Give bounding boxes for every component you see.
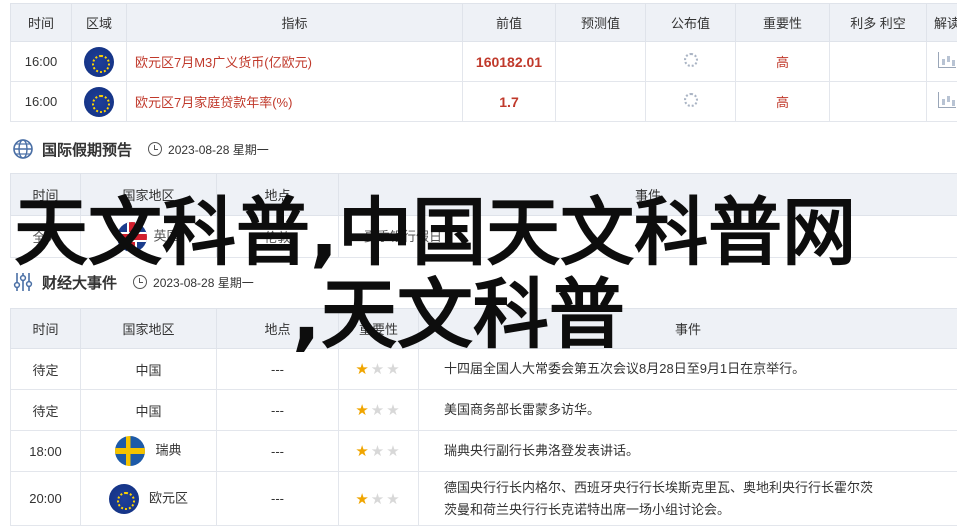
row-event: 美国商务部长雷蒙多访华。: [418, 389, 957, 431]
overlay-text-line-1: 天文科普,中国天文科普网: [14, 190, 857, 276]
row-place: ---: [216, 389, 339, 431]
forecast-value: [555, 81, 646, 122]
row-region: 瑞典: [155, 442, 182, 458]
row-time: 20:00: [10, 471, 81, 526]
star-icon: ★: [386, 402, 402, 419]
impact-value: [829, 81, 927, 122]
section-date: 2023-08-28 星期一: [153, 275, 254, 290]
impact-value: [829, 41, 927, 82]
row-event: 瑞典央行副行长弗洛登发表讲话。: [418, 430, 957, 472]
section-title: 国际假期预告: [42, 141, 133, 159]
star-icon: ★: [355, 402, 371, 419]
col-region: 区域: [71, 3, 127, 42]
importance-stars: ★★★: [355, 360, 401, 378]
row-place: ---: [216, 471, 339, 526]
table-row[interactable]: 16:00 欧元区7月M3广义货币(亿欧元) 160182.01 高: [10, 41, 957, 82]
star-icon: ★: [386, 443, 402, 460]
chart-icon[interactable]: [938, 92, 956, 108]
col-prev: 前值: [462, 3, 556, 42]
prev-value: 1.7: [462, 81, 556, 122]
row-time: 待定: [10, 389, 81, 431]
eu-flag-icon: [84, 86, 114, 117]
indicator-link[interactable]: 欧元区7月家庭贷款年率(%): [135, 95, 292, 110]
overlay-text-line-2: ,天文科普: [292, 270, 625, 359]
importance-stars: ★★★: [355, 442, 401, 460]
star-icon: ★: [386, 361, 402, 378]
star-icon: ★: [370, 402, 387, 419]
star-icon: ★: [370, 361, 387, 378]
row-time: 18:00: [10, 430, 81, 472]
row-time: 待定: [10, 348, 81, 390]
eu-flag-icon: [84, 46, 114, 77]
clock-icon: [133, 275, 148, 289]
col-indicator: 指标: [126, 3, 463, 42]
row-region: 欧元区: [148, 489, 188, 505]
indicator-link[interactable]: 欧元区7月M3广义货币(亿欧元): [135, 55, 312, 70]
holiday-section-heading: 国际假期预告 2023-08-28 星期一: [12, 137, 269, 161]
col-impact: 利多 利空: [829, 3, 927, 42]
row-time: 16:00: [10, 41, 72, 82]
table-row[interactable]: 待定 中国 --- ★★★ 美国商务部长雷蒙多访华。: [10, 389, 957, 431]
indicator-table-header: 时间 区域 指标 前值 预测值 公布值 重要性 利多 利空 解读: [10, 3, 957, 42]
col-time: 时间: [10, 308, 81, 349]
table-row[interactable]: 20:00 欧元区 --- ★★★ 德国央行行长内格尔、西班牙央行行长埃斯克里瓦…: [10, 471, 957, 526]
row-event: 德国央行行长内格尔、西班牙央行行长埃斯克里瓦、奥地利央行行长霍尔茨 茨曼和荷兰央行…: [418, 471, 957, 526]
col-analysis: 解读: [926, 3, 957, 42]
row-place: ---: [216, 430, 339, 472]
loading-icon: [683, 53, 698, 67]
star-icon: ★: [386, 490, 402, 508]
table-row[interactable]: 16:00 欧元区7月家庭贷款年率(%) 1.7 高: [10, 81, 957, 122]
eu-flag-icon: [108, 483, 139, 514]
row-region: 中国: [80, 389, 217, 431]
star-icon: ★: [355, 361, 371, 378]
star-icon: ★: [370, 443, 387, 460]
event-line: 德国央行行长内格尔、西班牙央行行长埃斯克里瓦、奥地利央行行长霍尔茨: [444, 479, 874, 495]
importance-stars: ★★★: [355, 401, 401, 419]
col-importance: 重要性: [735, 3, 830, 42]
chart-icon[interactable]: [938, 52, 956, 68]
indicator-table: 时间 区域 指标 前值 预测值 公布值 重要性 利多 利空 解读 16:00 欧…: [10, 3, 957, 122]
star-icon: ★: [355, 443, 371, 460]
event-line: 茨曼和荷兰央行行长克诺特出席一场小组讨论会。: [444, 501, 731, 517]
loading-icon: [683, 93, 698, 107]
globe-icon: [13, 139, 33, 159]
forecast-value: [555, 41, 646, 82]
row-time: 16:00: [10, 81, 72, 122]
col-forecast: 预测值: [555, 3, 646, 42]
col-time: 时间: [10, 3, 72, 42]
col-region: 国家地区: [80, 308, 217, 349]
row-region: 中国: [80, 348, 217, 390]
star-icon: ★: [355, 490, 371, 508]
star-icon: ★: [370, 490, 387, 508]
col-actual: 公布值: [645, 3, 736, 42]
section-date: 2023-08-28 星期一: [168, 142, 269, 157]
importance-value: 高: [735, 81, 830, 122]
sweden-flag-icon: [115, 436, 146, 466]
importance-stars: ★★★: [355, 490, 401, 508]
importance-value: 高: [735, 41, 830, 82]
prev-value: 160182.01: [462, 41, 556, 82]
table-row[interactable]: 18:00 瑞典 --- ★★★ 瑞典央行副行长弗洛登发表讲话。: [10, 430, 957, 472]
clock-icon: [148, 142, 163, 156]
